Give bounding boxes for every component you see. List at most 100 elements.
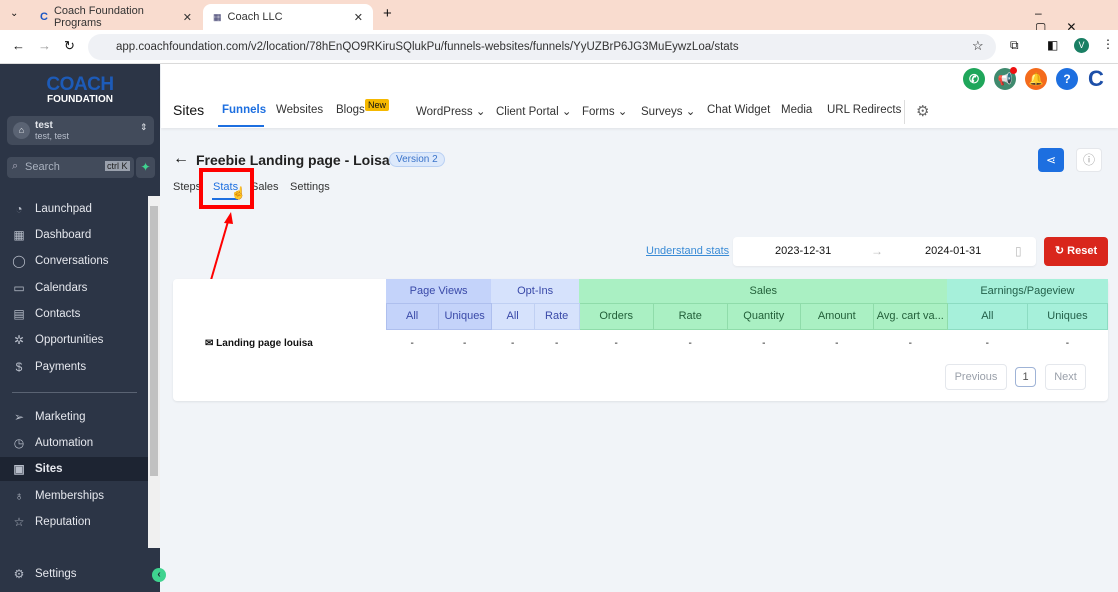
col-header[interactable]: Avg. cart va...: [872, 302, 948, 330]
cell: -: [614, 337, 618, 349]
back-arrow-icon[interactable]: ←: [173, 150, 189, 168]
next-button[interactable]: Next: [1045, 364, 1086, 390]
tab-sales[interactable]: Sales: [251, 181, 279, 193]
group-opt-ins: Opt-Ins: [491, 279, 580, 303]
col-header[interactable]: Amount: [799, 302, 874, 330]
info-button[interactable]: ⓘ: [1076, 148, 1102, 172]
new-badge: New: [365, 99, 390, 111]
sidebar-item-sites[interactable]: ▣ Sites: [0, 457, 148, 481]
cell: -: [410, 337, 414, 349]
sidebar-item-payments[interactable]: $ Payments: [12, 355, 147, 379]
bell-icon[interactable]: 🔔: [1025, 68, 1047, 90]
active-nav-underline: [218, 125, 264, 127]
understand-stats-link[interactable]: Understand stats: [646, 245, 729, 257]
brand-logo[interactable]: C: [1088, 66, 1104, 92]
col-header[interactable]: Uniques: [437, 302, 492, 330]
automation-icon: ◷: [13, 436, 25, 450]
nav-surveys[interactable]: Surveys ⌄: [641, 104, 695, 118]
nav-funnels[interactable]: Funnels: [222, 104, 266, 116]
profile-avatar[interactable]: V: [1074, 38, 1089, 53]
nav-blogs[interactable]: Blogs: [336, 104, 365, 116]
arrow-right-icon: →: [871, 244, 883, 258]
collapse-sidebar-button[interactable]: ‹: [152, 568, 166, 582]
phone-icon[interactable]: ✆: [963, 68, 985, 90]
browser-tab[interactable]: C Coach Foundation Programs ✕: [30, 4, 202, 30]
grid-icon: ▦: [13, 228, 25, 242]
sidebar-item-reputation[interactable]: ☆ Reputation: [12, 510, 147, 534]
info-icon: ⓘ: [1082, 153, 1095, 167]
nav-label: WordPress: [416, 106, 473, 118]
sidebar-item-contacts[interactable]: ▤ Contacts: [12, 302, 147, 326]
nav-wordpress[interactable]: WordPress ⌄: [416, 104, 486, 118]
col-header[interactable]: Rate: [652, 302, 728, 330]
table-row[interactable]: ✉ Landing page louisa - - - - - - - - - …: [173, 329, 1108, 357]
send-icon: ➢: [13, 410, 25, 424]
sidebar-item-conversations[interactable]: ◯ Conversations: [12, 249, 147, 273]
reload-icon[interactable]: ↻: [64, 38, 75, 54]
sidebar-scrollbar[interactable]: [148, 196, 160, 548]
nav-client-portal[interactable]: Client Portal ⌄: [496, 104, 571, 118]
bookmark-star-icon[interactable]: ☆: [972, 38, 984, 54]
col-header[interactable]: All: [385, 302, 439, 330]
new-tab-icon[interactable]: +: [383, 5, 392, 22]
sidebar-item-launchpad[interactable]: ◔ Launchpad: [12, 197, 147, 221]
col-header[interactable]: All: [490, 302, 535, 330]
forward-icon[interactable]: →: [38, 38, 51, 53]
search-icon: ⌕: [12, 160, 19, 172]
menu-icon[interactable]: ⋮: [1102, 37, 1114, 51]
sidebar-item-memberships[interactable]: ♁ Memberships: [12, 484, 147, 508]
browser-tab-active[interactable]: ▦ Coach LLC ✕: [203, 4, 373, 30]
tab-settings[interactable]: Settings: [290, 181, 330, 193]
sidebar-item-calendars[interactable]: ▭ Calendars: [12, 276, 147, 300]
nav-forms[interactable]: Forms ⌄: [582, 104, 627, 118]
sidebar-item-settings[interactable]: ⚙ Settings: [12, 562, 147, 586]
search-input[interactable]: ⌕ Search ctrl K: [7, 157, 134, 178]
date-from[interactable]: 2023-12-31: [775, 245, 831, 257]
close-icon[interactable]: ✕: [183, 11, 192, 24]
ai-spark-button[interactable]: ✦: [136, 157, 155, 178]
col-header[interactable]: Rate: [533, 302, 580, 330]
date-to[interactable]: 2024-01-31: [925, 245, 981, 257]
help-icon[interactable]: ?: [1056, 68, 1078, 90]
contacts-icon: ▤: [13, 307, 25, 321]
account-sub: test, test: [35, 131, 70, 141]
reset-button[interactable]: ↻ Reset: [1044, 237, 1108, 266]
tab-steps[interactable]: Steps: [173, 181, 201, 193]
nav-media[interactable]: Media: [781, 104, 812, 116]
nav-websites[interactable]: Websites: [276, 104, 323, 116]
close-icon[interactable]: ✕: [354, 11, 363, 24]
date-range-picker[interactable]: 2023-12-31 → 2024-01-31 ▯: [733, 237, 1036, 266]
nav-url-redirects[interactable]: URL Redirects: [827, 104, 901, 116]
sidebar-item-automation[interactable]: ◷ Automation: [12, 431, 147, 455]
address-bar-row: ← → ↻ app.coachfoundation.com/v2/locatio…: [0, 30, 1118, 64]
nav-chat-widget[interactable]: Chat Widget: [707, 104, 770, 116]
version-badge: Version 2: [389, 152, 445, 167]
tab-list-chevron-icon[interactable]: ⌄: [10, 8, 18, 19]
extensions-icon[interactable]: ⧉: [1010, 38, 1019, 53]
col-header[interactable]: Orders: [578, 302, 654, 330]
page-1-button[interactable]: 1: [1015, 367, 1036, 387]
account-switcher[interactable]: ⌂ test test, test ⇕: [7, 116, 154, 145]
sidepanel-icon[interactable]: ◧: [1047, 38, 1058, 52]
scrollbar-thumb[interactable]: [150, 206, 158, 476]
sites-icon: ▣: [13, 462, 25, 476]
back-icon[interactable]: ←: [12, 38, 25, 53]
row-name: Landing page louisa: [216, 337, 313, 349]
sidebar-item-dashboard[interactable]: ▦ Dashboard: [12, 223, 147, 247]
share-button[interactable]: ⋖: [1038, 148, 1064, 172]
chevron-down-icon: ⌄: [561, 106, 572, 118]
sidebar-item-opportunities[interactable]: ✲ Opportunities: [12, 328, 147, 352]
row-name-cell[interactable]: ✉ Landing page louisa: [173, 329, 386, 357]
cell: -: [985, 337, 990, 349]
col-header[interactable]: All: [946, 302, 1028, 330]
name-header: [173, 279, 386, 329]
sidebar-item-marketing[interactable]: ➢ Marketing: [12, 405, 147, 429]
nav-label: Contacts: [35, 308, 81, 320]
gear-icon: ⚙: [13, 567, 25, 581]
col-header[interactable]: Quantity: [726, 302, 801, 330]
nav-label: Payments: [35, 361, 87, 373]
previous-button[interactable]: Previous: [945, 364, 1007, 390]
col-header[interactable]: Uniques: [1026, 302, 1109, 330]
gear-icon[interactable]: ⚙: [916, 102, 929, 120]
url-input[interactable]: app.coachfoundation.com/v2/location/78hE…: [88, 34, 996, 60]
